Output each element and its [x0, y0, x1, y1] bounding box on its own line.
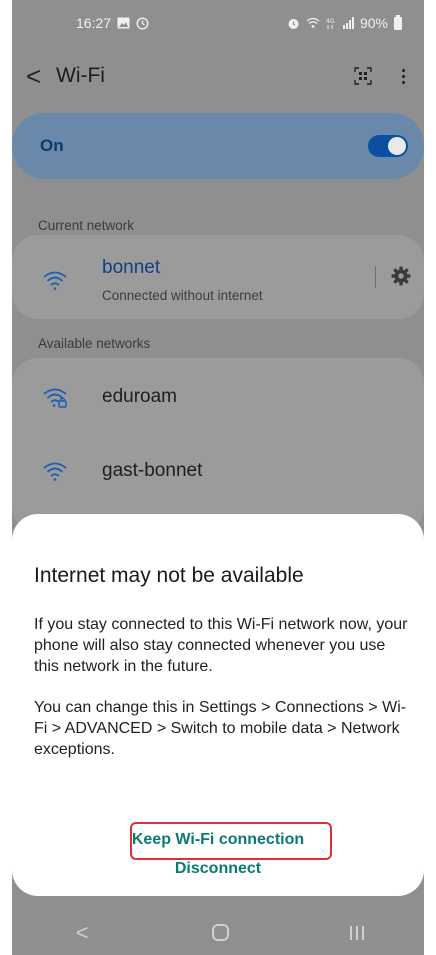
- toggle-knob: [388, 137, 406, 155]
- wifi-icon: [43, 271, 67, 290]
- dialog-message-1: If you stay connected to this Wi-Fi netw…: [34, 616, 408, 675]
- alarm-icon: [288, 18, 299, 29]
- keep-wifi-button[interactable]: Keep Wi-Fi connection: [12, 831, 424, 849]
- back-button[interactable]: <: [26, 63, 56, 89]
- network-name: eduroam: [102, 386, 177, 407]
- available-networks-card: eduroam gast-bonnet: [12, 358, 424, 533]
- back-icon[interactable]: <: [72, 920, 92, 946]
- cell-signal-icon: [342, 17, 354, 29]
- current-network-name: bonnet: [102, 257, 161, 278]
- gear-icon[interactable]: [390, 265, 412, 287]
- network-row-gast-bonnet[interactable]: gast-bonnet: [12, 438, 424, 508]
- current-network-card[interactable]: bonnet Connected without internet: [12, 235, 424, 319]
- divider: [375, 266, 376, 288]
- network-name: gast-bonnet: [102, 460, 203, 481]
- 4g-icon: 4G: [326, 18, 335, 29]
- available-networks-header: Available networks: [38, 336, 151, 351]
- qr-scan-icon[interactable]: [354, 67, 372, 85]
- home-icon[interactable]: [212, 924, 230, 941]
- internet-warning-dialog: Internet may not be available If you sta…: [12, 514, 424, 896]
- network-row-eduroam[interactable]: eduroam: [12, 358, 424, 438]
- svg-text:4G: 4G: [326, 18, 335, 25]
- image-icon: [117, 17, 130, 29]
- wifi-icon: [43, 462, 67, 481]
- phone-screen: 16:27 4G 90% < Wi-Fi On Current network …: [12, 0, 424, 955]
- status-time: 16:27: [76, 15, 112, 31]
- disconnect-button[interactable]: Disconnect: [12, 860, 424, 878]
- dialog-message-2: You can change this in Settings > Connec…: [34, 699, 407, 758]
- dialog-title: Internet may not be available: [34, 564, 304, 587]
- status-bar: 16:27 4G 90%: [12, 0, 424, 46]
- app-bar: < Wi-Fi: [12, 52, 424, 100]
- wifi-locked-icon: [43, 388, 67, 408]
- more-options-icon[interactable]: [402, 68, 406, 84]
- wifi-toggle-label: On: [40, 136, 64, 155]
- wifi-signal-icon: [306, 17, 320, 28]
- current-network-header: Current network: [38, 218, 135, 233]
- wifi-toggle-row[interactable]: On: [12, 113, 424, 179]
- recent-apps-icon[interactable]: [349, 925, 364, 940]
- battery-level: 90%: [359, 15, 388, 31]
- wifi-toggle-switch[interactable]: [368, 135, 408, 157]
- battery-icon: [394, 14, 402, 30]
- timer-icon: [136, 16, 149, 30]
- navigation-bar: <: [12, 910, 424, 955]
- page-title: Wi-Fi: [56, 64, 105, 87]
- current-network-status: Connected without internet: [102, 288, 263, 303]
